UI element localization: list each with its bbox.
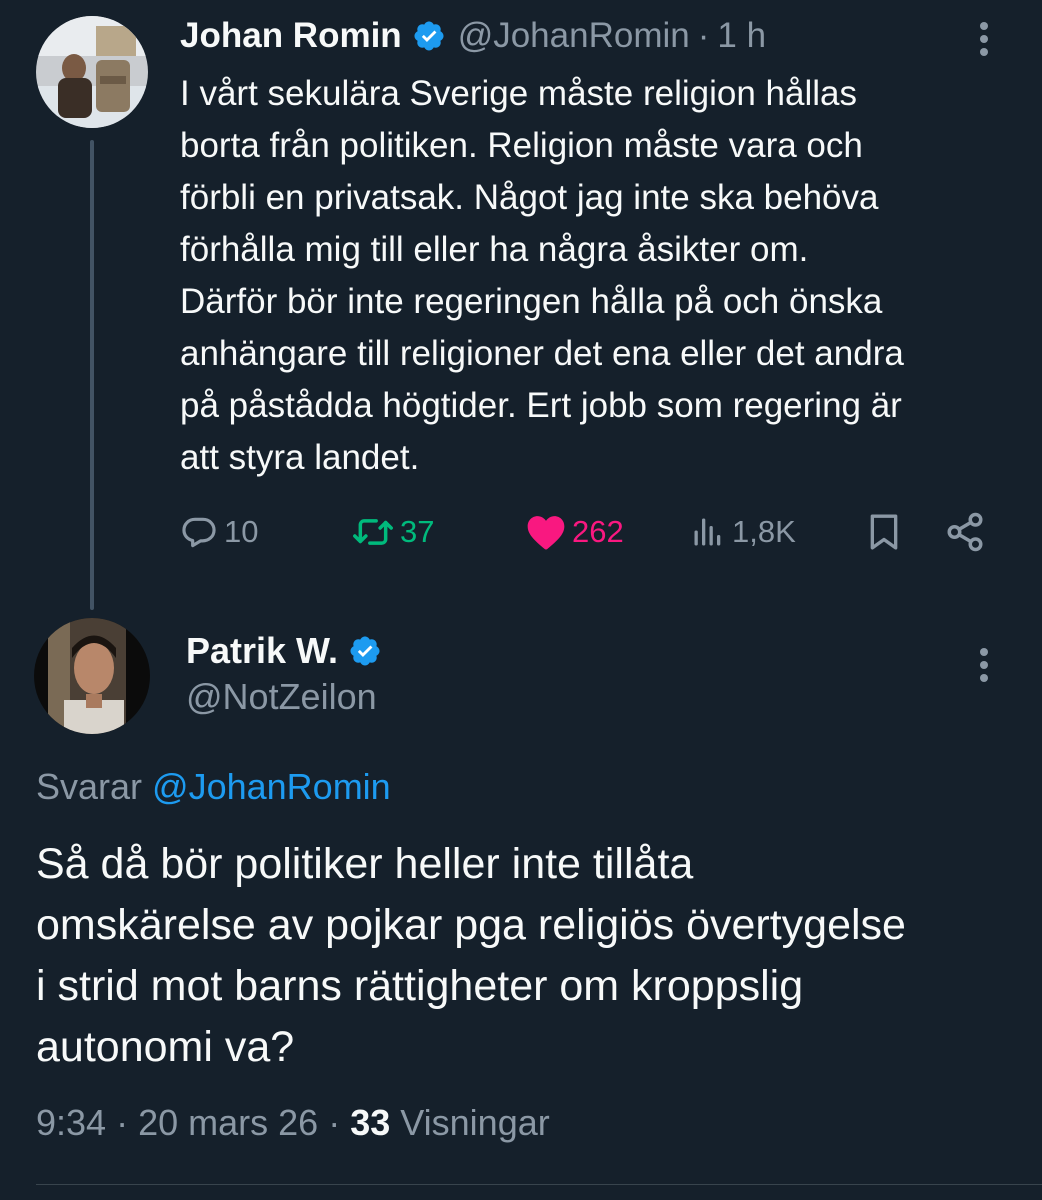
tweet-time[interactable]: 1 h bbox=[717, 16, 766, 56]
reply-tweet-text: Så då bör politiker heller inte tillåta … bbox=[36, 840, 906, 1071]
replying-to-line: Svarar @JohanRomin bbox=[36, 766, 391, 808]
meta-separator: · bbox=[116, 1102, 129, 1143]
views-bars-icon bbox=[694, 518, 721, 546]
header-separator: · bbox=[697, 16, 710, 55]
tweet-thread: Johan Romin @JohanRomin · 1 h I vårt sek… bbox=[0, 0, 1042, 1200]
avatar-photo bbox=[34, 618, 150, 734]
replying-to-mention[interactable]: @JohanRomin bbox=[152, 766, 391, 807]
author-display-name[interactable]: Johan Romin bbox=[180, 16, 402, 56]
meta-views-count[interactable]: 33 bbox=[350, 1102, 390, 1143]
original-tweet-header: Johan Romin @JohanRomin · 1 h bbox=[180, 14, 766, 58]
like-count: 262 bbox=[572, 514, 624, 549]
bookmark-icon bbox=[870, 514, 898, 550]
meta-date[interactable]: 20 mars 26 bbox=[138, 1102, 318, 1143]
views-button[interactable]: 1,8K bbox=[690, 508, 796, 556]
bookmark-button[interactable] bbox=[864, 508, 904, 556]
retweet-icon bbox=[353, 519, 393, 545]
avatar-johan-romin[interactable] bbox=[36, 16, 148, 128]
meta-views-label[interactable]: Visningar bbox=[400, 1102, 549, 1143]
original-tweet-text: I vårt sekulära Sverige måste religion h… bbox=[180, 74, 904, 477]
reply-tweet-header: Patrik W. bbox=[186, 628, 394, 674]
tweet-meta-line: 9:34 · 20 mars 26 · 33 Visningar bbox=[36, 1102, 550, 1144]
retweet-count: 37 bbox=[400, 514, 435, 549]
reply-button[interactable]: 10 bbox=[180, 508, 258, 556]
share-button[interactable] bbox=[944, 508, 986, 556]
heart-icon bbox=[527, 516, 565, 550]
thread-connector-line bbox=[90, 140, 94, 610]
avatar-patrik-w[interactable] bbox=[34, 618, 150, 734]
divider bbox=[36, 1184, 1042, 1185]
views-count: 1,8K bbox=[732, 514, 796, 549]
share-icon bbox=[947, 512, 983, 552]
more-dots-icon[interactable] bbox=[969, 642, 999, 688]
meta-separator: · bbox=[328, 1102, 341, 1143]
retweet-button[interactable]: 37 bbox=[352, 508, 434, 556]
like-button[interactable]: 262 bbox=[526, 508, 624, 556]
verified-badge-icon bbox=[350, 636, 380, 666]
meta-time[interactable]: 9:34 bbox=[36, 1102, 106, 1143]
reply-count: 10 bbox=[224, 514, 259, 549]
replying-prefix: Svarar bbox=[36, 766, 143, 807]
reply-bubble-icon bbox=[182, 517, 216, 548]
more-dots-icon[interactable] bbox=[969, 16, 999, 62]
verified-badge-icon bbox=[414, 21, 444, 51]
avatar-photo bbox=[36, 16, 148, 128]
author-handle[interactable]: @JohanRomin bbox=[458, 16, 690, 56]
reply-author-handle[interactable]: @NotZeilon bbox=[186, 676, 377, 718]
reply-author-display-name[interactable]: Patrik W. bbox=[186, 630, 338, 672]
